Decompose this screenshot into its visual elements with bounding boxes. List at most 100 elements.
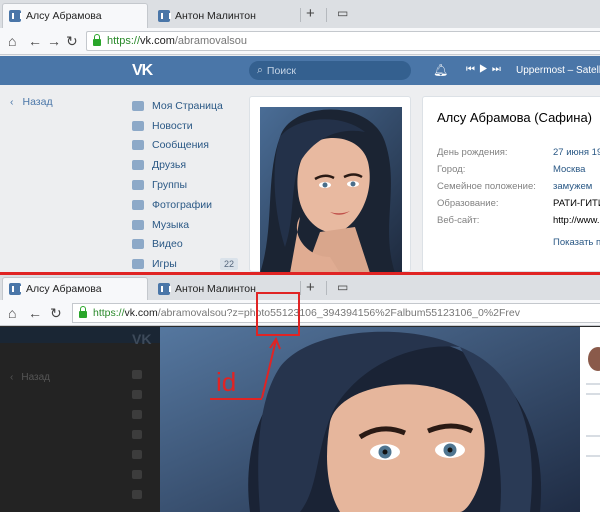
user-icon xyxy=(132,160,144,171)
back-label: Назад xyxy=(22,96,53,108)
lock-icon xyxy=(93,34,101,46)
back-arrow-icon[interactable]: ← xyxy=(28,32,42,50)
tab-alsu[interactable]: Алсу Абрамова xyxy=(2,3,148,28)
back-link[interactable]: ‹ Назад xyxy=(10,96,53,108)
new-tab-icon[interactable]: + xyxy=(306,6,315,21)
music-icon xyxy=(132,219,144,230)
info-row-relationship: Семейное положение: замужем xyxy=(437,181,592,192)
url-path: /abramovalsou?z=photo55123106_394394156%… xyxy=(157,307,521,319)
left-menu: Моя Страница Новости Сообщения Друзья Гр… xyxy=(132,96,240,272)
sidebar-item-photos[interactable]: Фотографии xyxy=(132,195,240,215)
back-arrow-icon[interactable]: ← xyxy=(28,304,42,322)
tab-bar: Алсу Абрамова Антон Малинтон + ▭ xyxy=(0,275,600,300)
sidebar-item-label: Видео xyxy=(152,238,183,251)
vk-favicon-icon xyxy=(9,283,22,295)
address-bar[interactable]: https:// vk.com /abramovalsou?z=photo551… xyxy=(72,303,600,323)
chevron-left-icon: ‹ xyxy=(10,96,14,108)
player-controls[interactable]: ⏮︎▶︎⏭︎ xyxy=(466,64,505,75)
search-input[interactable]: ⌕ Поиск xyxy=(249,61,411,80)
tab-list-icon[interactable]: ▭ xyxy=(337,281,348,293)
photo-large-illustration xyxy=(160,327,580,512)
side-text-line xyxy=(586,435,600,437)
tab-alsu[interactable]: Алсу Абрамова xyxy=(2,277,148,300)
sidebar-item-label: Сообщения xyxy=(152,139,209,152)
navigation-bar: ⌂ ← ↻ https:// vk.com /abramovalsou?z=ph… xyxy=(0,300,600,326)
id-annotation-label: id xyxy=(216,367,237,397)
tab-separator xyxy=(326,8,327,22)
home-icon[interactable]: ⌂ xyxy=(8,304,16,322)
tab-label: Антон Малинтон xyxy=(175,9,256,22)
chevron-left-icon: ‹ xyxy=(10,372,14,383)
users-icon xyxy=(132,180,144,191)
id-annotation-underline xyxy=(210,398,262,400)
top-browser-window: Алсу Абрамова Антон Малинтон + ▭ ⌂ ← → ↻… xyxy=(0,0,600,272)
info-row-city: Город: Москва xyxy=(437,164,585,175)
tab-label: Антон Малинтон xyxy=(175,282,256,295)
profile-photo[interactable] xyxy=(260,107,402,272)
vk-favicon-icon xyxy=(158,9,171,22)
forward-arrow-icon[interactable]: → xyxy=(47,32,61,50)
tab-anton[interactable]: Антон Малинтон xyxy=(152,3,298,28)
sidebar-item-friends[interactable]: Друзья xyxy=(132,155,240,175)
camera-icon xyxy=(132,199,144,210)
sidebar-item-music[interactable]: Музыка xyxy=(132,215,240,235)
chat-icon xyxy=(132,140,144,151)
sidebar-item-label: Новости xyxy=(152,119,193,132)
url-host: vk.com xyxy=(124,307,158,319)
gamepad-icon xyxy=(132,259,144,270)
profile-name: Алсу Абрамова (Сафина) xyxy=(437,110,593,125)
sidebar-item-label: Фотографии xyxy=(152,198,213,211)
show-more-link[interactable]: Показать п xyxy=(553,237,600,248)
info-value[interactable]: замужем xyxy=(553,181,592,192)
profile-info-card: Алсу Абрамова (Сафина) День рождения: 27 … xyxy=(422,96,600,272)
reload-icon[interactable]: ↻ xyxy=(66,32,78,50)
side-text-line xyxy=(586,455,600,457)
lock-icon xyxy=(79,306,87,318)
vk-logo[interactable]: VK xyxy=(132,62,153,80)
info-value[interactable]: Москва xyxy=(553,164,585,175)
info-row-website: Веб-сайт: http://www. xyxy=(437,215,599,226)
url-path: /abramovalsou xyxy=(174,35,248,47)
dimmed-vk-logo: VK xyxy=(132,331,152,347)
info-label: Город: xyxy=(437,164,466,175)
info-label: Образование: xyxy=(437,198,499,209)
now-playing-track[interactable]: Uppermost – Satellite xyxy=(516,65,600,76)
info-label: День рождения: xyxy=(437,147,508,158)
sidebar-item-label: Друзья xyxy=(152,159,187,172)
new-tab-icon[interactable]: + xyxy=(306,280,315,295)
side-text-line xyxy=(586,393,600,395)
address-bar[interactable]: https:// vk.com /abramovalsou xyxy=(86,31,600,51)
sidebar-item-news[interactable]: Новости xyxy=(132,116,240,136)
sidebar-item-groups[interactable]: Группы xyxy=(132,175,240,195)
news-icon xyxy=(132,120,144,131)
sidebar-item-my-page[interactable]: Моя Страница xyxy=(132,96,240,116)
sidebar-item-label: Группы xyxy=(152,179,187,192)
profile-photo-card xyxy=(249,96,411,272)
info-value[interactable]: РАТИ-ГИТИ xyxy=(553,198,600,209)
navigation-bar: ⌂ ← → ↻ https:// vk.com /abramovalsou xyxy=(0,28,600,55)
url-host: vk.com xyxy=(140,35,175,47)
tab-list-icon[interactable]: ▭ xyxy=(337,7,348,19)
sidebar-item-label: Музыка xyxy=(152,218,190,231)
reload-icon[interactable]: ↻ xyxy=(50,304,62,322)
tab-label: Алсу Абрамова xyxy=(26,10,102,22)
bell-icon[interactable]: 🔔︎ xyxy=(433,63,448,77)
home-icon[interactable]: ⌂ xyxy=(8,32,16,50)
info-row-birthday: День рождения: 27 июня 19 xyxy=(437,147,600,158)
sidebar-item-games[interactable]: Игры 22 xyxy=(132,254,240,272)
bottom-browser-window: Алсу Абрамова Антон Малинтон + ▭ ⌂ ← ↻ h… xyxy=(0,275,600,512)
info-value[interactable]: http://www. xyxy=(553,215,599,226)
sidebar-item-messages[interactable]: Сообщения xyxy=(132,136,240,156)
info-value[interactable]: 27 июня 19 xyxy=(553,147,600,158)
sidebar-item-label: Моя Страница xyxy=(152,99,223,112)
side-text-line xyxy=(586,383,600,385)
info-label: Семейное положение: xyxy=(437,181,536,192)
vk-favicon-icon xyxy=(9,10,22,22)
photo-viewer[interactable] xyxy=(160,327,580,512)
sidebar-item-video[interactable]: Видео xyxy=(132,235,240,255)
id-highlight-box xyxy=(256,292,300,336)
tab-separator xyxy=(300,281,301,295)
search-icon: ⌕ xyxy=(257,64,263,76)
video-icon xyxy=(132,239,144,250)
portrait-illustration xyxy=(260,107,402,272)
